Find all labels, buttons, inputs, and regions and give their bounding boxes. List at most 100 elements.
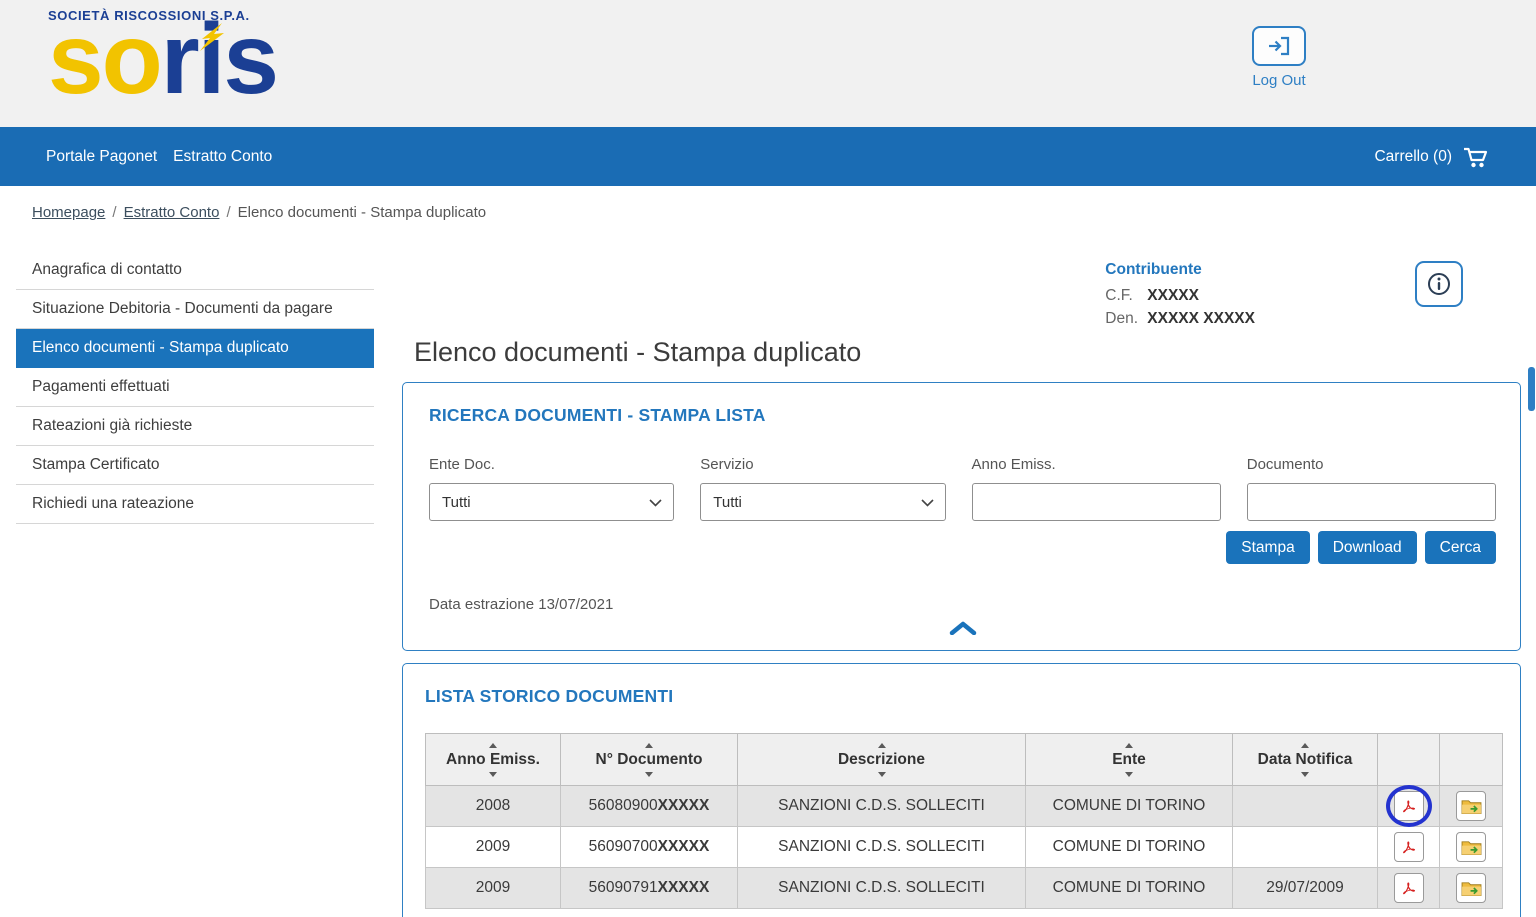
document-number: 56080900 xyxy=(589,797,658,814)
documento-label: Documento xyxy=(1247,456,1496,473)
sidebar-item-anagrafica-di-contatto[interactable]: Anagrafica di contatto xyxy=(16,251,374,290)
cell-n-documento: 56090791XXXXX xyxy=(561,868,738,909)
nav-estratto-conto[interactable]: Estratto Conto xyxy=(173,148,272,166)
download-button[interactable]: Download xyxy=(1318,531,1417,564)
pdf-icon xyxy=(1399,797,1418,816)
folder-icon xyxy=(1461,839,1482,856)
pdf-button[interactable] xyxy=(1394,873,1424,903)
sidebar-item-situazione-debitoria[interactable]: Situazione Debitoria - Documenti da paga… xyxy=(16,290,374,329)
sort-asc-icon xyxy=(645,743,653,748)
breadcrumb-current: Elenco documenti - Stampa duplicato xyxy=(238,204,486,221)
document-number: 56090700 xyxy=(589,838,658,855)
pdf-button[interactable] xyxy=(1394,791,1424,821)
ente-doc-select[interactable]: Tutti xyxy=(429,483,674,521)
cell-folder xyxy=(1440,786,1503,827)
cart-label: Carrello (0) xyxy=(1374,148,1452,166)
nav-portale-pagonet[interactable]: Portale Pagonet xyxy=(46,148,157,166)
sidebar-item-richiedi-una-rateazione[interactable]: Richiedi una rateazione xyxy=(16,485,374,524)
sort-asc-icon xyxy=(878,743,886,748)
stampa-button[interactable]: Stampa xyxy=(1226,531,1309,564)
cf-value: XXXXX xyxy=(1147,287,1199,304)
column-header-anno-emiss[interactable]: Anno Emiss. xyxy=(426,734,561,786)
column-label: N° Documento xyxy=(596,751,703,769)
sidebar-item-elenco-documenti[interactable]: Elenco documenti - Stampa duplicato xyxy=(16,329,374,368)
breadcrumb-separator xyxy=(112,204,116,221)
cart-icon xyxy=(1462,145,1490,169)
site-header: SOCIETÀ RISCOSSIONI S.P.A. soris Log Out xyxy=(0,0,1536,127)
folder-button[interactable] xyxy=(1456,832,1486,862)
cell-anno-emiss: 2009 xyxy=(426,827,561,868)
folder-icon xyxy=(1461,880,1482,897)
den-value: XXXXX XXXXX xyxy=(1147,310,1255,327)
anno-emiss-label: Anno Emiss. xyxy=(972,456,1221,473)
breadcrumb-estratto-conto[interactable]: Estratto Conto xyxy=(124,204,220,221)
column-header-data-notifica[interactable]: Data Notifica xyxy=(1233,734,1378,786)
results-panel-title: LISTA STORICO DOCUMENTI xyxy=(425,686,1502,707)
table-row: 2009 56090700XXXXX SANZIONI C.D.S. SOLLE… xyxy=(426,827,1503,868)
cerca-button[interactable]: Cerca xyxy=(1425,531,1496,564)
logout-button[interactable]: Log Out xyxy=(1248,26,1310,89)
breadcrumb: Homepage Estratto Conto Elenco documenti -… xyxy=(0,186,1536,221)
pdf-icon xyxy=(1399,879,1418,898)
column-label: Anno Emiss. xyxy=(446,751,540,769)
contribuente-den-row: Den.XXXXX XXXXX xyxy=(1105,307,1255,330)
cell-ente: COMUNE DI TORINO xyxy=(1026,868,1233,909)
cart-button[interactable]: Carrello (0) xyxy=(1374,145,1490,169)
documento-input[interactable] xyxy=(1247,483,1496,521)
collapse-panel-toggle[interactable] xyxy=(429,613,1496,644)
pdf-icon xyxy=(1399,838,1418,857)
column-label: Data Notifica xyxy=(1258,751,1353,769)
sort-desc-icon xyxy=(878,772,886,777)
ente-doc-label: Ente Doc. xyxy=(429,456,674,473)
logout-icon xyxy=(1252,26,1306,66)
search-panel-title: RICERCA DOCUMENTI - STAMPA LISTA xyxy=(429,405,1496,426)
cell-folder xyxy=(1440,868,1503,909)
search-form: Ente Doc. Tutti Servizio Tutti xyxy=(429,456,1496,521)
cell-folder xyxy=(1440,827,1503,868)
main-nav: Portale Pagonet Estratto Conto Carrello … xyxy=(0,127,1536,186)
pdf-button[interactable] xyxy=(1394,832,1424,862)
contribuente-info: Contribuente C.F.XXXXX Den.XXXXX XXXXX xyxy=(1105,261,1255,331)
sidebar-item-rateazioni-gia-richieste[interactable]: Rateazioni già richieste xyxy=(16,407,374,446)
document-mask: XXXXX xyxy=(658,797,710,814)
column-label: Ente xyxy=(1112,751,1146,769)
sort-desc-icon xyxy=(1301,772,1309,777)
cell-descrizione: SANZIONI C.D.S. SOLLECITI xyxy=(738,868,1026,909)
cell-ente: COMUNE DI TORINO xyxy=(1026,786,1233,827)
page-title: Elenco documenti - Stampa duplicato xyxy=(414,337,1521,368)
scrollbar-thumb[interactable] xyxy=(1528,367,1535,411)
info-icon xyxy=(1426,271,1452,297)
table-row: 2008 56080900XXXXX SANZIONI C.D.S. SOLLE… xyxy=(426,786,1503,827)
sidebar-item-pagamenti-effettuati[interactable]: Pagamenti effettuati xyxy=(16,368,374,407)
cell-descrizione: SANZIONI C.D.S. SOLLECITI xyxy=(738,827,1026,868)
cell-n-documento: 56090700XXXXX xyxy=(561,827,738,868)
column-header-descrizione[interactable]: Descrizione xyxy=(738,734,1026,786)
sidebar-item-stampa-certificato[interactable]: Stampa Certificato xyxy=(16,446,374,485)
servizio-label: Servizio xyxy=(700,456,945,473)
servizio-field: Servizio Tutti xyxy=(700,456,945,521)
breadcrumb-homepage[interactable]: Homepage xyxy=(32,204,105,221)
search-panel: RICERCA DOCUMENTI - STAMPA LISTA Ente Do… xyxy=(402,382,1521,651)
contribuente-title: Contribuente xyxy=(1105,261,1255,279)
sort-asc-icon xyxy=(489,743,497,748)
cell-descrizione: SANZIONI C.D.S. SOLLECITI xyxy=(738,786,1026,827)
folder-button[interactable] xyxy=(1456,873,1486,903)
soris-logo[interactable]: SOCIETÀ RISCOSSIONI S.P.A. soris xyxy=(48,8,277,109)
chevron-up-icon xyxy=(949,621,977,635)
breadcrumb-separator xyxy=(226,204,230,221)
column-header-ente[interactable]: Ente xyxy=(1026,734,1233,786)
folder-button[interactable] xyxy=(1456,791,1486,821)
cell-n-documento: 56080900XXXXX xyxy=(561,786,738,827)
info-button[interactable] xyxy=(1415,261,1463,307)
cell-data-notifica xyxy=(1233,827,1378,868)
sort-desc-icon xyxy=(1125,772,1133,777)
anno-emiss-input[interactable] xyxy=(972,483,1221,521)
table-row: 2009 56090791XXXXX SANZIONI C.D.S. SOLLE… xyxy=(426,868,1503,909)
sort-desc-icon xyxy=(489,772,497,777)
cell-data-notifica: 29/07/2009 xyxy=(1233,868,1378,909)
anno-emiss-field: Anno Emiss. xyxy=(972,456,1221,521)
column-header-n-documento[interactable]: N° Documento xyxy=(561,734,738,786)
folder-icon xyxy=(1461,798,1482,815)
servizio-select[interactable]: Tutti xyxy=(700,483,945,521)
den-label: Den. xyxy=(1105,307,1147,330)
